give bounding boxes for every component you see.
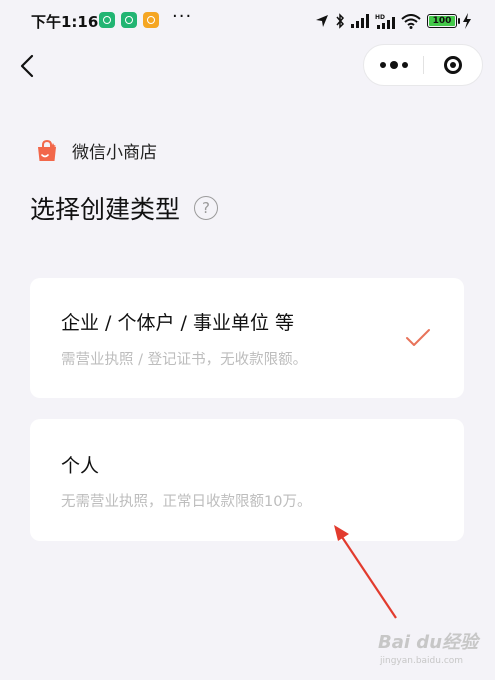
signal-icon: [351, 14, 369, 28]
option-title: 企业 / 个体户 / 事业单位 等: [61, 312, 295, 334]
checkmark-icon: [406, 329, 430, 346]
watermark-main: Bai du经验: [378, 632, 479, 653]
page-title-text: 选择创建类型: [30, 195, 181, 224]
green-app-icon: [121, 12, 137, 28]
wifi-icon: [401, 13, 421, 29]
status-bar: 下午1:16 ··· HD 100: [0, 0, 495, 44]
orange-app-icon: [143, 12, 159, 28]
battery-level: 100: [432, 16, 452, 26]
brand-name: 微信小商店: [72, 143, 157, 163]
bluetooth-icon: [336, 13, 345, 29]
miniprogram-capsule: [363, 44, 483, 86]
option-card-enterprise[interactable]: 企业 / 个体户 / 事业单位 等 需营业执照 / 登记证书，无收款限额。: [30, 278, 464, 398]
charging-icon: [463, 13, 471, 29]
target-icon: [444, 56, 462, 74]
option-card-personal[interactable]: 个人 无需营业执照，正常日收款限额10万。: [30, 419, 464, 541]
page-title: 选择创建类型 ?: [30, 190, 219, 226]
svg-text:HD: HD: [375, 14, 385, 21]
close-miniprogram-button[interactable]: [424, 45, 482, 85]
hd-signal-icon: HD: [375, 14, 395, 29]
chevron-left-icon: [20, 54, 34, 78]
location-icon: [316, 15, 328, 27]
more-dots-icon: [379, 62, 386, 68]
battery-icon: 100: [427, 14, 460, 28]
option-description: 无需营业执照，正常日收款限额10万。: [61, 494, 312, 510]
watermark-sub: jingyan.baidu.com: [380, 656, 464, 666]
brand: 微信小商店: [36, 138, 157, 163]
help-icon[interactable]: ?: [194, 196, 219, 220]
status-more-dots: ···: [172, 6, 193, 27]
baidu-jingyan-watermark: Bai du经验 jingyan.baidu.com: [378, 620, 478, 670]
shop-bag-icon: [38, 139, 56, 161]
green-app-icon: [99, 12, 115, 28]
back-button[interactable]: [14, 50, 44, 82]
option-title: 个人: [61, 455, 100, 477]
more-menu-button[interactable]: [364, 45, 423, 85]
status-time: 下午1:16: [31, 13, 99, 31]
option-description: 需营业执照 / 登记证书，无收款限额。: [61, 352, 308, 368]
